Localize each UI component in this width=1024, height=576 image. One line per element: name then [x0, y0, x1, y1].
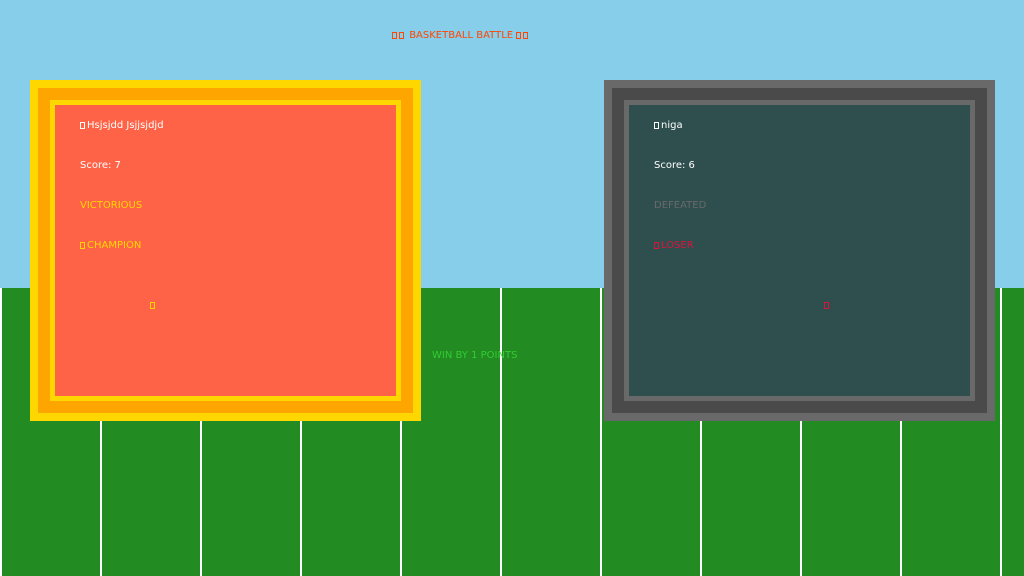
loser-panel: niga Score: 6 DEFEATED LOSER: [604, 80, 995, 421]
winner-panel: Hsjsjdd Jsjjsjdjd Score: 7 VICTORIOUS CH…: [30, 80, 421, 421]
winner-score: Score: 7: [80, 160, 121, 171]
winner-name: Hsjsjdd Jsjjsjdjd: [80, 120, 164, 131]
broken-heart-icon: [654, 242, 659, 249]
winner-status: VICTORIOUS: [80, 200, 143, 211]
win-margin-text: WIN BY 1 POINTS: [432, 350, 518, 361]
loser-status: DEFEATED: [654, 200, 707, 211]
winner-name-text: Hsjsjdd Jsjjsjdjd: [87, 120, 164, 131]
loser-rank-text: LOSER: [661, 240, 694, 251]
loser-name: niga: [654, 120, 683, 131]
trophy-icon: [523, 32, 529, 39]
loser-score: Score: 6: [654, 160, 695, 171]
trophy-icon: [392, 32, 397, 39]
game-title-text: BASKETBALL BATTLE: [409, 30, 514, 41]
winner-rank: CHAMPION: [80, 240, 141, 251]
sad-face-icon: [654, 122, 659, 129]
field-line: [500, 288, 502, 576]
winner-rank-text: CHAMPION: [87, 240, 142, 251]
sad-icon: [824, 302, 829, 309]
trophy-icon: [399, 32, 404, 39]
crown-icon: [80, 122, 85, 129]
trophy-icon: [516, 32, 522, 39]
star-icon: [150, 302, 155, 309]
field-line: [1000, 288, 1002, 576]
field-line: [0, 288, 2, 576]
loser-name-text: niga: [661, 120, 683, 131]
field-line: [600, 288, 602, 576]
game-title: BASKETBALL BATTLE: [392, 30, 530, 41]
trophy-icon: [80, 242, 85, 249]
loser-rank: LOSER: [654, 240, 694, 251]
